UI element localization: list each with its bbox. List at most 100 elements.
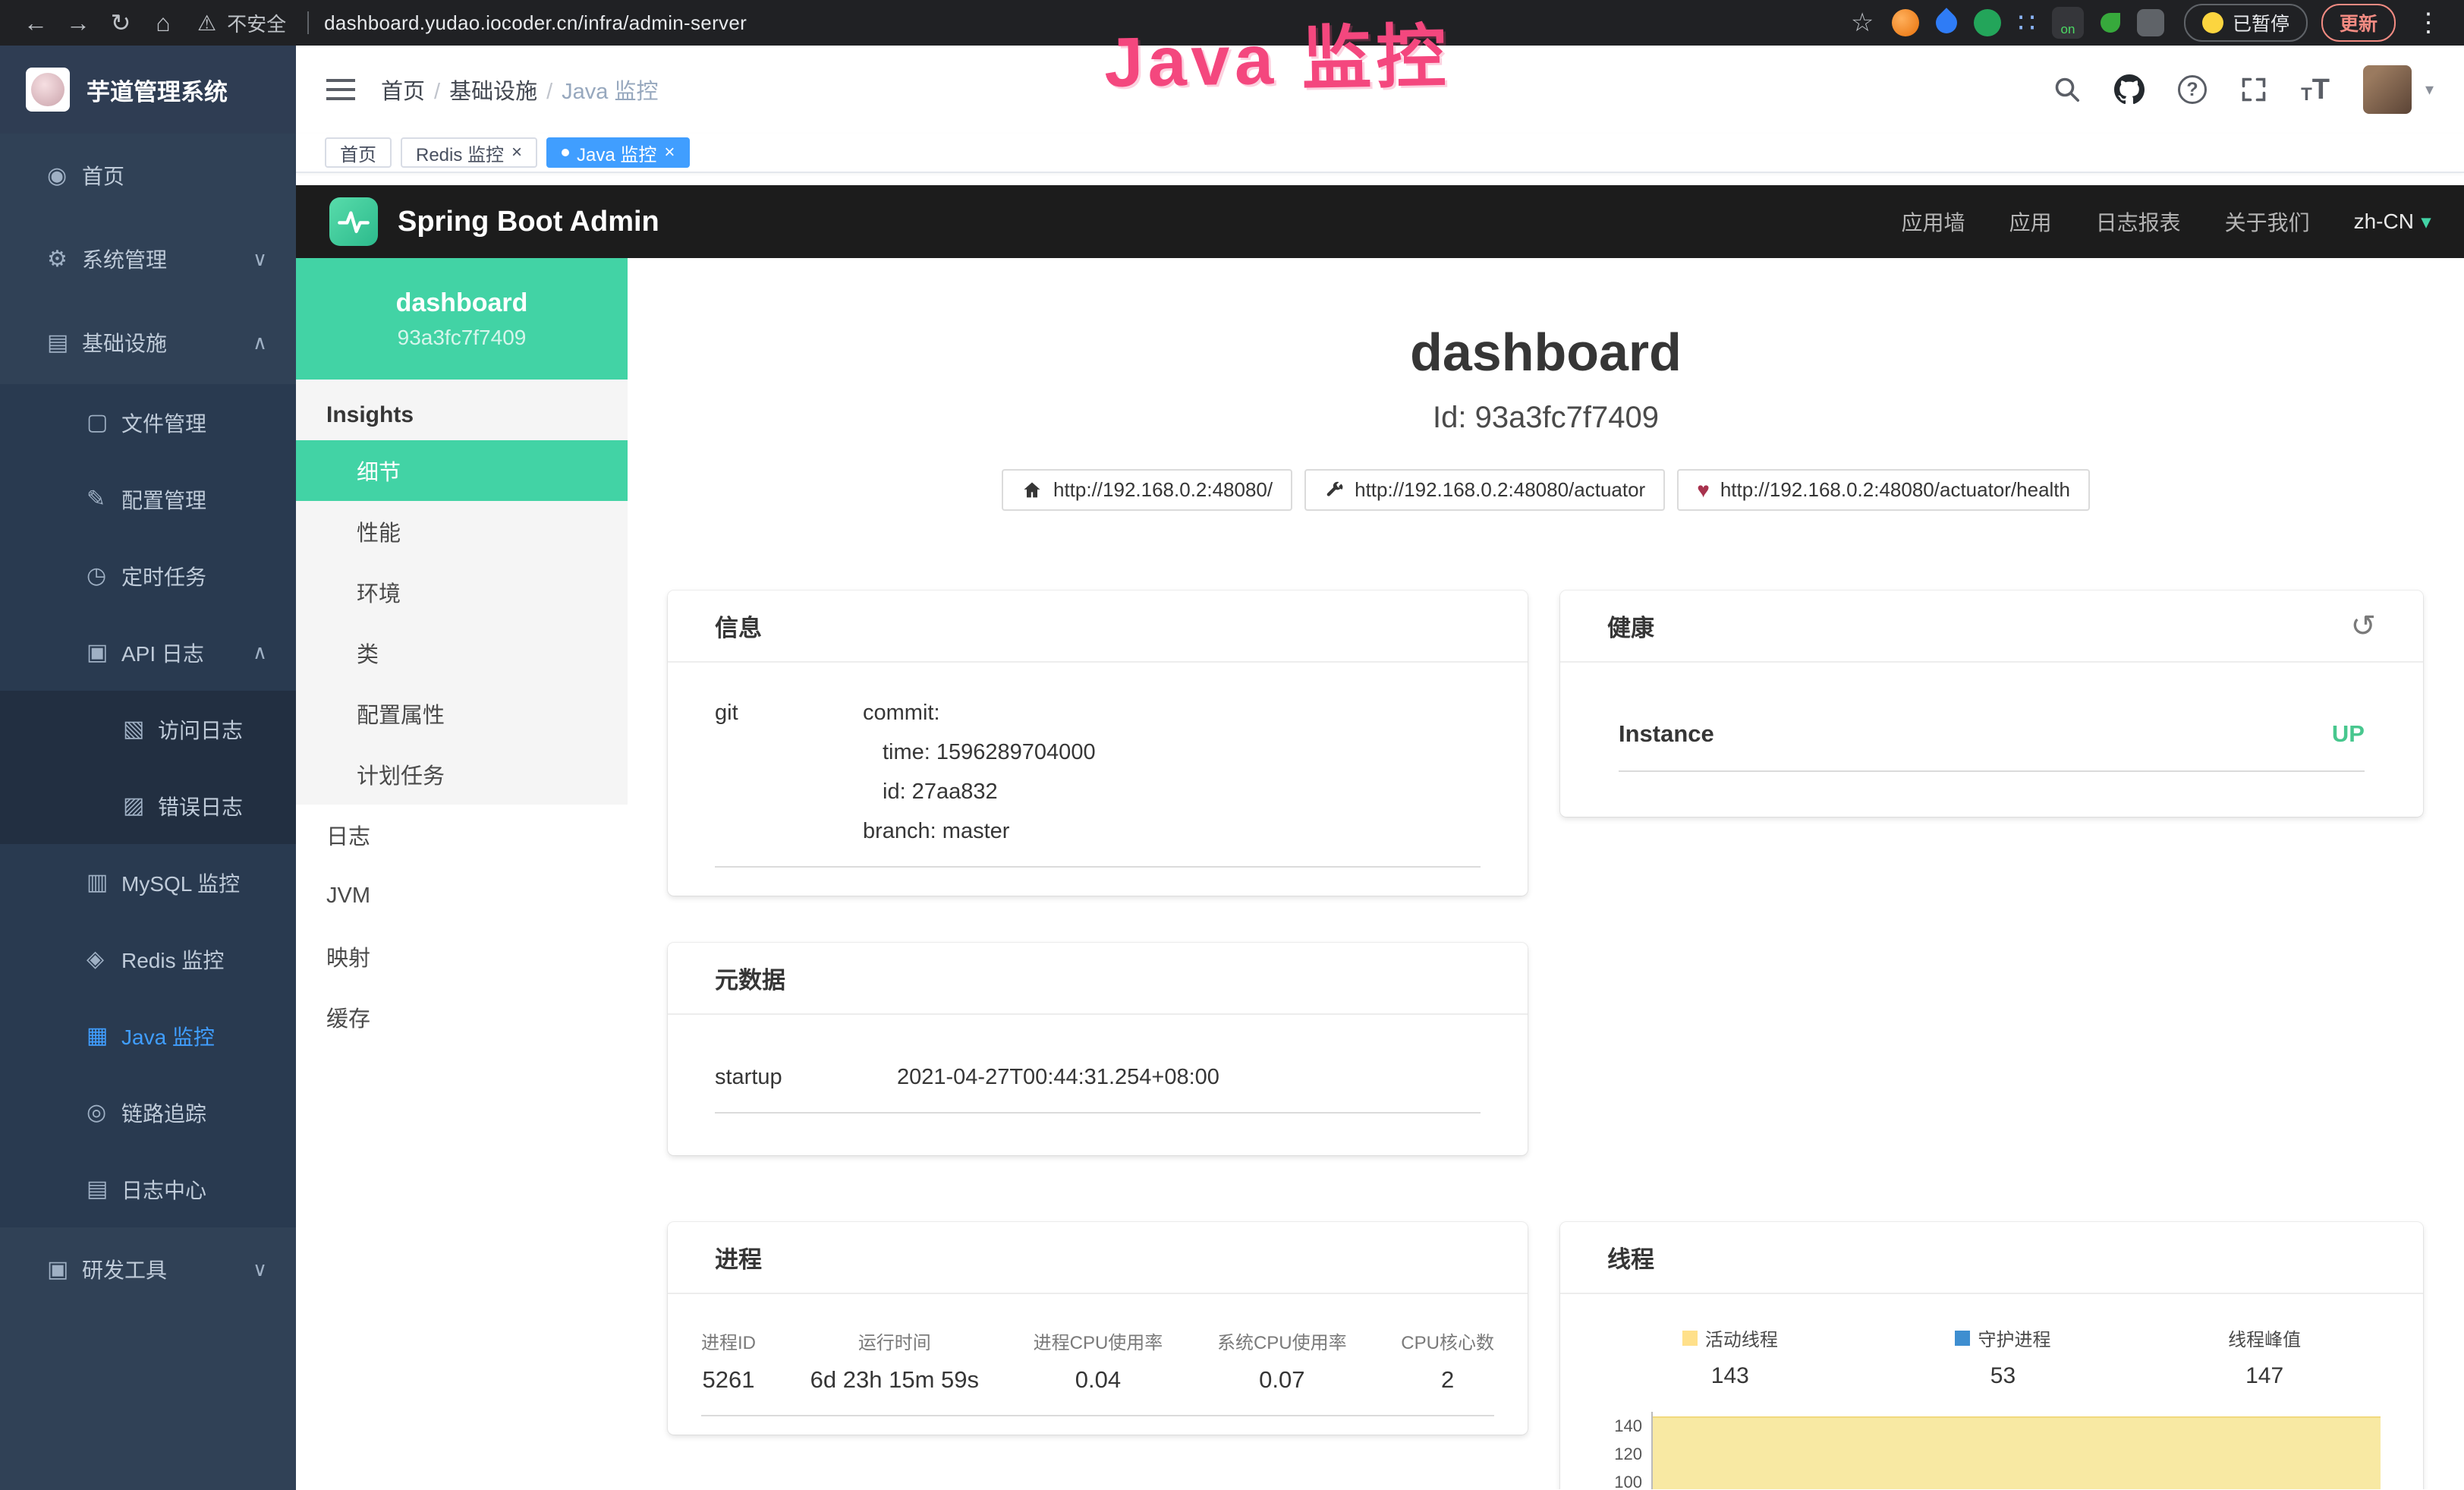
extension-icon-switch[interactable]: on <box>2052 7 2084 39</box>
sidebar-item-tracing[interactable]: ◎ 链路追踪 <box>0 1074 296 1151</box>
sidebar-item-config-mgmt[interactable]: ✎ 配置管理 <box>0 461 296 537</box>
metric-value: 0.04 <box>1034 1366 1163 1394</box>
sba-nav-about[interactable]: 关于我们 <box>2225 206 2310 237</box>
sidebar-item-system-mgmt[interactable]: ⚙ 系统管理 ∨ <box>0 217 296 301</box>
breadcrumb-item[interactable]: 首页 <box>381 74 425 106</box>
info-card-body: git commit: time: 1596289704000 id: 27aa… <box>668 663 1528 868</box>
back-icon[interactable]: ← <box>17 9 55 37</box>
sba-language-select[interactable]: zh-CN ▾ <box>2354 209 2431 234</box>
health-url-link[interactable]: ♥ http://192.168.0.2:48080/actuator/heal… <box>1677 469 2090 511</box>
actuator-url-link[interactable]: http://192.168.0.2:48080/actuator <box>1304 469 1665 511</box>
sidebar-item-label: 访问日志 <box>158 714 243 745</box>
sba-nav-applications[interactable]: 应用 <box>2009 206 2052 237</box>
error-log-icon: ▨ <box>123 792 158 819</box>
browser-home-icon[interactable]: ⌂ <box>144 9 182 37</box>
sba-item-metrics[interactable]: 性能 <box>296 501 628 562</box>
not-secure-label[interactable]: 不安全 <box>227 9 286 37</box>
sba-item-jvm[interactable]: JVM <box>296 865 628 926</box>
font-size-icon[interactable]: TT <box>2301 75 2330 104</box>
tab-home[interactable]: 首页 <box>325 137 392 168</box>
header-actions: ? TT ▾ <box>2053 65 2434 114</box>
timer-icon: ◷ <box>87 562 121 589</box>
sba-item-config-props[interactable]: 配置属性 <box>296 683 628 744</box>
sba-item-classes[interactable]: 类 <box>296 622 628 683</box>
close-icon[interactable]: × <box>664 143 675 162</box>
metadata-key: startup <box>715 1057 897 1097</box>
refresh-icon[interactable]: ↻ <box>102 8 140 37</box>
sidebar-item-java-monitor[interactable]: ▦ Java 监控 <box>0 997 296 1074</box>
sidebar-item-api-logs[interactable]: ▣ API 日志 ∧ <box>0 614 296 691</box>
collapse-sidebar-icon[interactable] <box>326 77 355 102</box>
log-center-icon: ▤ <box>87 1176 121 1202</box>
brand-title: 芋道管理系统 <box>87 73 228 107</box>
card-title-text: 线程 <box>1607 1240 1654 1274</box>
sidebar-item-scheduled-jobs[interactable]: ◷ 定时任务 <box>0 537 296 614</box>
sba-item-scheduled-tasks[interactable]: 计划任务 <box>296 744 628 805</box>
sidebar-item-home[interactable]: ◉ 首页 <box>0 134 296 217</box>
sba-item-caches[interactable]: 缓存 <box>296 987 628 1047</box>
bookmark-star-icon[interactable]: ☆ <box>1843 8 1881 38</box>
help-icon[interactable]: ? <box>2178 75 2207 104</box>
sba-item-logs[interactable]: 日志 <box>296 805 628 865</box>
extension-icon-leaf[interactable] <box>2101 13 2120 33</box>
user-avatar[interactable] <box>2363 65 2412 114</box>
github-icon[interactable] <box>2114 74 2145 105</box>
sba-app-header[interactable]: dashboard 93a3fc7f7409 <box>296 258 628 380</box>
sba-item-details[interactable]: 细节 <box>296 440 628 501</box>
infrastructure-icon: ▤ <box>47 329 82 356</box>
java-monitor-icon: ▦ <box>87 1022 121 1049</box>
metric-label: CPU核心数 <box>1401 1328 1494 1354</box>
sidebar-item-infrastructure[interactable]: ▤ 基础设施 ∧ <box>0 301 296 384</box>
fullscreen-icon[interactable] <box>2240 76 2267 103</box>
metadata-card-title: 元数据 <box>668 943 1528 1015</box>
paused-badge[interactable]: 已暂停 <box>2184 4 2308 42</box>
avatar-caret-icon[interactable]: ▾ <box>2425 80 2434 99</box>
extension-icon-droplet[interactable] <box>1931 8 1962 38</box>
sidebar-item-dev-tools[interactable]: ▣ 研发工具 ∨ <box>0 1227 296 1311</box>
sidebar-item-redis-monitor[interactable]: ◈ Redis 监控 <box>0 921 296 997</box>
breadcrumb-item[interactable]: 基础设施 <box>434 74 537 106</box>
sba-topbar: Spring Boot Admin 应用墙 应用 日志报表 关于我们 zh-CN… <box>296 185 2464 258</box>
browser-menu-icon[interactable]: ⋮ <box>2409 8 2447 38</box>
update-button[interactable]: 更新 <box>2321 4 2396 42</box>
tab-redis-monitor[interactable]: Redis 监控 × <box>401 137 537 168</box>
toolbox-icon: ▣ <box>47 1256 82 1283</box>
sba-nav-wall[interactable]: 应用墙 <box>1902 206 1965 237</box>
threads-card: 线程 活动线程 143 <box>1560 1222 2423 1489</box>
sidebar-item-label: 文件管理 <box>121 408 206 438</box>
sba-item-environment[interactable]: 环境 <box>296 562 628 622</box>
sba-nav-journal[interactable]: 日志报表 <box>2096 206 2181 237</box>
close-icon[interactable]: × <box>511 143 522 162</box>
extension-icon-orange[interactable] <box>1892 9 1919 36</box>
font-size-big-t: T <box>2312 75 2330 104</box>
card-title-text: 信息 <box>715 609 762 643</box>
sidebar-item-access-logs[interactable]: ▧ 访问日志 <box>0 691 296 767</box>
search-icon[interactable] <box>2053 76 2081 103</box>
edit-icon: ✎ <box>87 486 121 512</box>
forward-icon[interactable]: → <box>59 9 97 37</box>
history-icon[interactable]: ↺ <box>2350 611 2376 641</box>
extension-icon-green[interactable] <box>1974 9 2001 36</box>
sidebar-item-mysql-monitor[interactable]: ▥ MySQL 监控 <box>0 844 296 921</box>
y-tick: 140 <box>1594 1412 1642 1440</box>
sidebar-item-log-center[interactable]: ▤ 日志中心 <box>0 1151 296 1227</box>
address-bar[interactable]: dashboard.yudao.iocoder.cn/infra/admin-s… <box>324 11 747 35</box>
metric-label: 系统CPU使用率 <box>1217 1328 1347 1354</box>
dashboard-icon: ◉ <box>47 162 82 189</box>
tab-java-monitor[interactable]: Java 监控 × <box>546 137 690 168</box>
instance-url-link[interactable]: http://192.168.0.2:48080/ <box>1002 469 1292 511</box>
extensions-puzzle-icon[interactable] <box>2137 9 2164 36</box>
chevron-up-icon: ∧ <box>253 331 267 354</box>
heart-icon: ♥ <box>1697 480 1710 501</box>
extension-icon-grid[interactable]: ∷ <box>2018 9 2035 36</box>
sba-item-mappings[interactable]: 映射 <box>296 926 628 987</box>
page-subtitle: Id: 93a3fc7f7409 <box>628 401 2464 435</box>
sidebar-item-file-mgmt[interactable]: ▢ 文件管理 <box>0 384 296 461</box>
instance-url-label: http://192.168.0.2:48080/ <box>1053 478 1273 502</box>
divider <box>307 11 309 34</box>
paused-label: 已暂停 <box>2233 9 2289 36</box>
page-title: dashboard <box>628 322 2464 383</box>
table-row[interactable]: Instance UP <box>1619 720 2365 772</box>
sidebar-item-error-logs[interactable]: ▨ 错误日志 <box>0 767 296 844</box>
sidebar-item-label: 研发工具 <box>82 1254 167 1284</box>
